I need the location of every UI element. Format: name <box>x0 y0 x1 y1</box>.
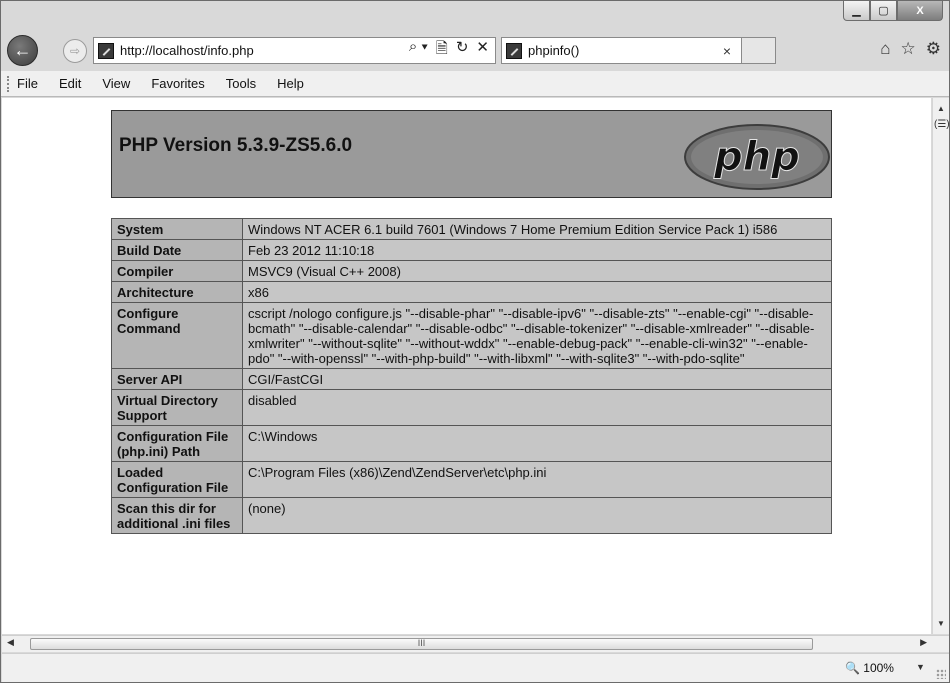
table-row: Virtual Directory Support disabled <box>111 389 832 426</box>
menu-edit[interactable]: Edit <box>59 76 81 91</box>
page-viewport: PHP Version 5.3.9-ZS5.6.0 php System Wind… <box>2 98 931 634</box>
caption-buttons: ▁ ▢ X <box>843 1 943 21</box>
back-arrow-icon: ← <box>13 40 32 60</box>
address-input[interactable]: http://localhost/info.php <box>120 43 390 58</box>
home-icon[interactable]: ⌂ <box>880 39 890 59</box>
back-button[interactable]: ← <box>7 35 38 66</box>
tab-close-icon[interactable]: × <box>723 43 731 59</box>
forward-arrow-icon: ⇨ <box>69 44 81 58</box>
row-key: Configure Command <box>111 302 243 369</box>
tab-favicon-icon <box>506 42 522 59</box>
scroll-right-icon[interactable]: ▶ <box>920 637 927 648</box>
menu-tools[interactable]: Tools <box>226 76 256 91</box>
address-tools: ⌕ ▾ 🗎 ↻ ✕ <box>409 38 489 63</box>
vertical-scrollbar[interactable]: ▲ ▼ <box>932 98 949 634</box>
table-row: Scan this dir for additional .ini files(… <box>111 497 832 534</box>
table-row: Loaded Configuration File C:\Program File… <box>111 461 832 498</box>
browser-tools: ⌂ ☆ ⚙ <box>880 39 941 59</box>
zoom-level[interactable]: 🔍 100% <box>845 661 894 675</box>
table-row: Compiler MSVC9 (Visual C++ 2008) <box>111 260 832 282</box>
tab-title: phpinfo() <box>528 43 580 58</box>
new-tab-button[interactable] <box>742 37 776 64</box>
menu-view[interactable]: View <box>102 76 130 91</box>
menu-grip-handle[interactable] <box>7 76 9 92</box>
table-row: Server API CGI/FastCGI <box>111 368 832 390</box>
stop-icon[interactable]: ✕ <box>476 38 489 63</box>
row-value: CGI/FastCGI <box>242 368 832 390</box>
info-table: System Windows NT ACER 6.1 build 7601 (Wi… <box>111 218 832 534</box>
resize-grip-icon[interactable] <box>936 669 946 679</box>
horizontal-scrollbar[interactable]: ◀ III ▶ <box>2 635 949 652</box>
php-logo: php <box>684 124 830 190</box>
menu-favorites[interactable]: Favorites <box>151 76 204 91</box>
tab-phpinfo[interactable]: phpinfo() × <box>501 37 742 64</box>
minimize-button[interactable]: ▁ <box>843 1 870 21</box>
favorites-star-icon[interactable]: ☆ <box>901 39 916 59</box>
table-row: System Windows NT ACER 6.1 build 7601 (Wi… <box>111 218 832 240</box>
site-favicon-icon <box>98 42 114 59</box>
compatibility-view-icon[interactable]: 🗎 <box>436 38 448 63</box>
scroll-left-icon[interactable]: ◀ <box>7 637 14 648</box>
refresh-icon[interactable]: ↻ <box>456 38 469 63</box>
row-key: Virtual Directory Support <box>111 389 243 426</box>
search-dropdown-icon[interactable]: ⌕ ▾ <box>409 38 428 63</box>
table-row: Configure Command cscript /nologo configu… <box>111 302 832 369</box>
row-key: Server API <box>111 368 243 390</box>
horizontal-scroll-thumb[interactable]: III <box>30 638 813 650</box>
row-value: x86 <box>242 281 832 303</box>
table-row: Build Date Feb 23 2012 11:10:18 <box>111 239 832 261</box>
row-key: Compiler <box>111 260 243 282</box>
row-value: C:\Program Files (x86)\Zend\ZendServer\e… <box>242 461 832 498</box>
forward-button[interactable]: ⇨ <box>63 39 87 63</box>
status-bar: 🔍 100% ▼ <box>2 653 949 682</box>
php-logo-text: php <box>713 134 800 180</box>
close-window-button[interactable]: X <box>897 1 943 21</box>
scroll-up-icon[interactable]: ▲ <box>937 104 945 113</box>
row-key: System <box>111 218 243 240</box>
maximize-button[interactable]: ▢ <box>870 1 897 21</box>
row-value: cscript /nologo configure.js "--disable-… <box>242 302 832 369</box>
address-bar[interactable]: http://localhost/info.php ⌕ ▾ 🗎 ↻ ✕ <box>93 37 496 64</box>
zoom-dropdown-icon[interactable]: ▼ <box>916 662 925 672</box>
row-value: Feb 23 2012 11:10:18 <box>242 239 832 261</box>
scroll-down-icon[interactable]: ▼ <box>937 619 945 628</box>
row-key: Architecture <box>111 281 243 303</box>
row-value: (none) <box>242 497 832 534</box>
compat-view-icon[interactable]: (☰) <box>934 119 950 130</box>
row-value: MSVC9 (Visual C++ 2008) <box>242 260 832 282</box>
row-value: C:\Windows <box>242 425 832 462</box>
navigation-bar: ← ⇨ http://localhost/info.php ⌕ ▾ 🗎 ↻ ✕ … <box>1 23 949 71</box>
php-version-header: PHP Version 5.3.9-ZS5.6.0 php <box>111 110 832 198</box>
row-value: Windows NT ACER 6.1 build 7601 (Windows … <box>242 218 832 240</box>
menu-file[interactable]: File <box>17 76 38 91</box>
row-key: Build Date <box>111 239 243 261</box>
row-value: disabled <box>242 389 832 426</box>
row-key: Loaded Configuration File <box>111 461 243 498</box>
tools-gear-icon[interactable]: ⚙ <box>926 39 941 59</box>
browser-window: ▁ ▢ X ← ⇨ http://localhost/info.php ⌕ ▾ … <box>0 0 950 683</box>
table-row: Configuration File (php.ini) Path C:\Wind… <box>111 425 832 462</box>
menu-bar: File Edit View Favorites Tools Help <box>1 71 949 97</box>
menu-help[interactable]: Help <box>277 76 304 91</box>
row-key: Scan this dir for additional .ini files <box>111 497 243 534</box>
table-row: Architecture x86 <box>111 281 832 303</box>
page-title: PHP Version 5.3.9-ZS5.6.0 <box>119 135 353 156</box>
row-key: Configuration File (php.ini) Path <box>111 425 243 462</box>
